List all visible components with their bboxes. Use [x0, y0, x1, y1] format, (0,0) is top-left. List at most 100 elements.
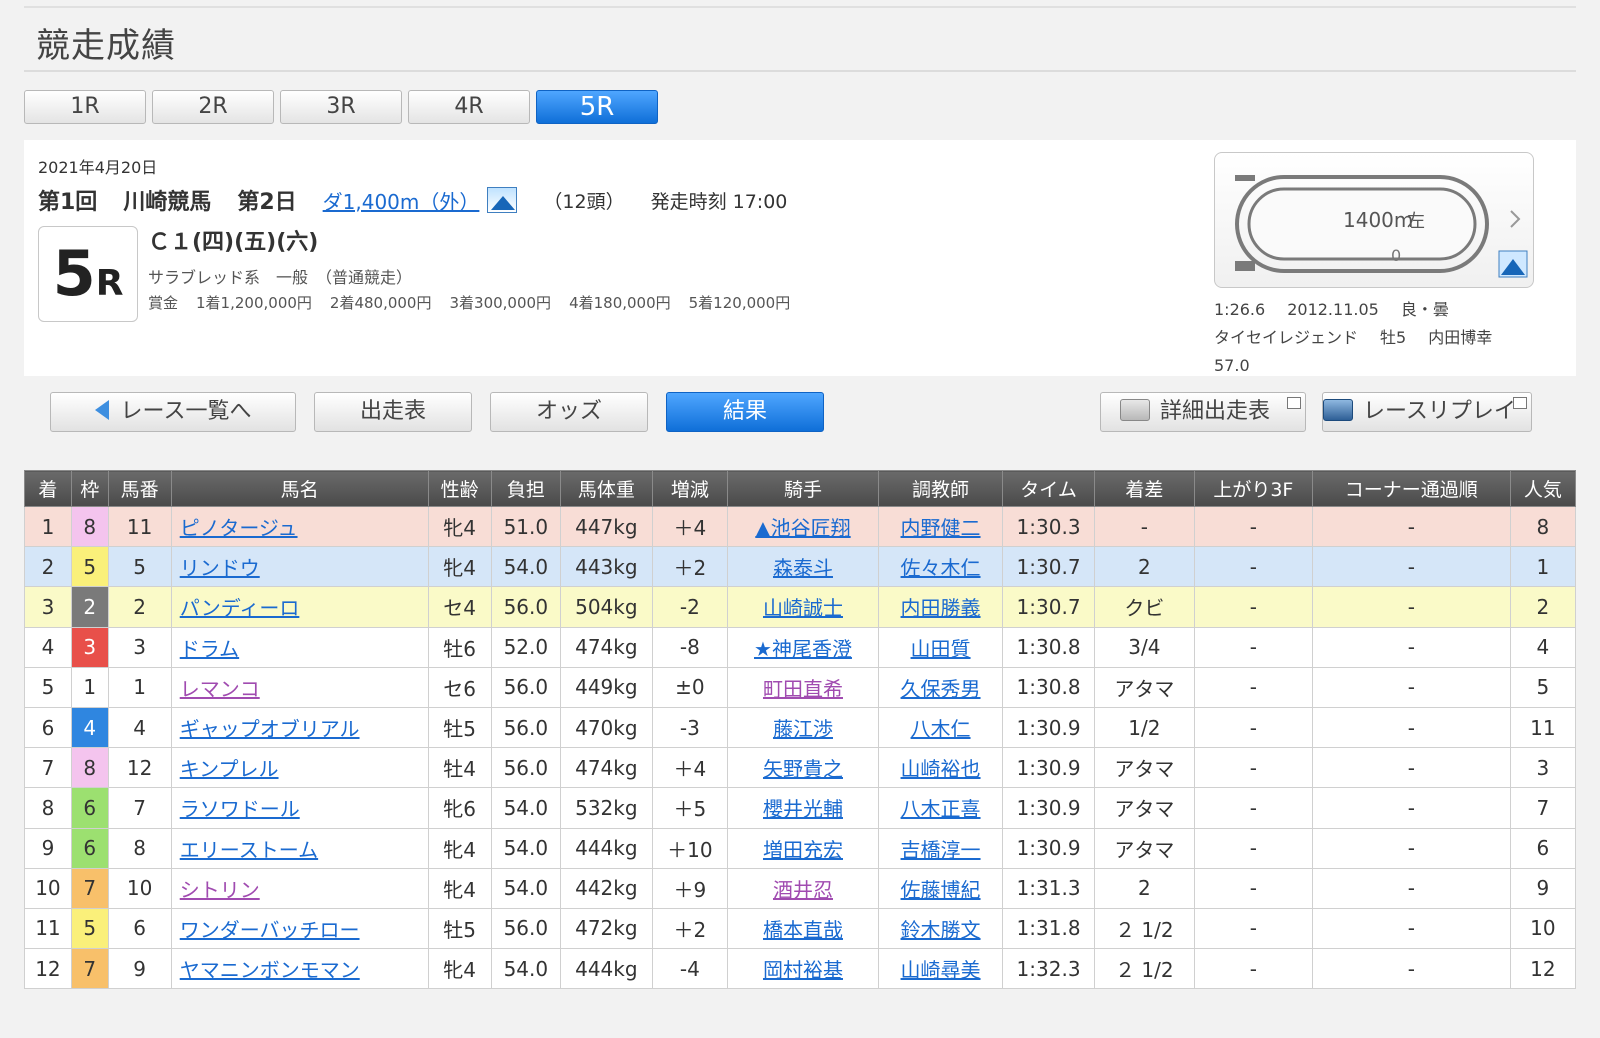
course-link[interactable]: ダ1,400m（外）: [323, 186, 480, 215]
horse-name-cell[interactable]: ワンダーバッチロー: [170, 907, 429, 950]
results-button[interactable]: 結果: [666, 392, 824, 432]
horse-name-cell[interactable]: エリーストーム: [170, 827, 429, 869]
jockey-cell-link[interactable]: 山崎誠士: [763, 596, 843, 620]
odds-button[interactable]: オッズ: [490, 392, 648, 432]
jockey-cell[interactable]: 矢野貴之: [727, 747, 879, 789]
jockey-cell[interactable]: 酒井忍: [727, 867, 879, 909]
trainer-cell[interactable]: 山田質: [877, 626, 1004, 668]
trainer-cell-link[interactable]: 鈴木勝文: [901, 918, 981, 942]
body-weight-cell: 443kg: [559, 546, 653, 588]
horse-name-cell[interactable]: ギャップオブリアル: [170, 706, 429, 749]
trainer-cell[interactable]: 山崎尋美: [877, 948, 1004, 990]
horse-name-cell[interactable]: キンプレル: [170, 747, 429, 789]
jockey-cell[interactable]: 櫻井光輔: [727, 787, 879, 829]
jockey-cell-link[interactable]: 矢野貴之: [763, 757, 843, 781]
trainer-cell-link[interactable]: 久保秀男: [901, 677, 981, 701]
trainer-cell[interactable]: 吉橋淳一: [877, 827, 1004, 869]
horse-name-cell[interactable]: ラソワドール: [170, 787, 429, 829]
jockey-cell-link[interactable]: ▲池谷匠翔: [755, 516, 850, 540]
trainer-cell[interactable]: 山崎裕也: [877, 747, 1004, 789]
trainer-cell[interactable]: 佐藤博紀: [877, 867, 1004, 909]
last-3f-cell: -: [1193, 546, 1313, 588]
mountain-icon[interactable]: [487, 187, 518, 213]
trainer-cell-link[interactable]: 内田勝義: [901, 596, 981, 620]
horse-name-cell-link[interactable]: リンドウ: [180, 556, 260, 580]
horse-number-cell: 8: [107, 827, 172, 869]
trainer-cell-link[interactable]: 佐藤博紀: [901, 878, 981, 902]
jockey-cell[interactable]: 山崎誠士: [727, 586, 879, 628]
table-row: 6 4 4 ギャップオブリアル 牡5 56.0 470kg -3 藤江渉 八木仁 1:30.9 1/2…: [24, 706, 1577, 749]
trainer-cell-link[interactable]: 山崎尋美: [901, 958, 981, 982]
jockey-cell[interactable]: 岡村裕基: [727, 948, 879, 990]
trainer-cell-link[interactable]: 吉橋淳一: [901, 838, 981, 862]
jockey-cell[interactable]: 森泰斗: [727, 546, 879, 588]
trainer-cell-link[interactable]: 山田質: [911, 637, 971, 661]
trainer-cell[interactable]: 内野健二: [877, 505, 1004, 548]
race-tab-3r[interactable]: 3R: [280, 90, 402, 124]
jockey-cell-link[interactable]: 岡村裕基: [763, 958, 843, 982]
jockey-cell-link[interactable]: 町田直希: [763, 677, 843, 701]
entries-button[interactable]: 出走表: [314, 392, 472, 432]
horse-name-cell-link[interactable]: ワンダーバッチロー: [180, 918, 360, 942]
horse-name-cell-link[interactable]: エリーストーム: [180, 838, 318, 862]
horse-name-cell-link[interactable]: ヤマニンボンモマン: [180, 958, 360, 982]
burden-weight-cell: 54.0: [490, 546, 561, 588]
trainer-cell[interactable]: 久保秀男: [877, 666, 1004, 708]
race-list-button[interactable]: レース一覧へ: [50, 392, 296, 432]
body-weight-cell: 504kg: [559, 586, 653, 628]
trainer-cell-link[interactable]: 八木正喜: [901, 797, 981, 821]
course-direction: 左: [1407, 211, 1425, 232]
trainer-cell[interactable]: 佐々木仁: [877, 546, 1004, 588]
horse-name-cell[interactable]: シトリン: [170, 867, 429, 909]
jockey-cell-link[interactable]: ★神尾香澄: [754, 637, 852, 661]
course-map[interactable]: 1400m 左 0: [1214, 152, 1534, 288]
race-tab-1r[interactable]: 1R: [24, 90, 146, 124]
jockey-cell[interactable]: 藤江渉: [727, 706, 879, 749]
horse-name-cell[interactable]: ヤマニンボンモマン: [170, 948, 429, 990]
trainer-cell[interactable]: 八木仁: [877, 706, 1004, 749]
horse-name-cell[interactable]: レマンコ: [170, 666, 429, 708]
horse-name-cell-link[interactable]: ギャップオブリアル: [180, 717, 360, 741]
horse-name-cell-link[interactable]: シトリン: [180, 878, 260, 902]
rank-cell: 7: [24, 747, 72, 789]
horse-name-cell-link[interactable]: ピノタージュ: [180, 516, 298, 540]
race-tab-5r[interactable]: 5R: [536, 90, 658, 124]
jockey-cell-link[interactable]: 森泰斗: [773, 556, 833, 580]
jockey-cell[interactable]: 橋本直哉: [727, 907, 879, 950]
horse-name-cell[interactable]: ドラム: [170, 626, 429, 668]
trainer-cell[interactable]: 八木正喜: [877, 787, 1004, 829]
horse-name-cell-link[interactable]: キンプレル: [180, 757, 279, 781]
trainer-cell[interactable]: 内田勝義: [877, 586, 1004, 628]
jockey-cell[interactable]: ★神尾香澄: [727, 626, 879, 668]
jockey-cell[interactable]: 町田直希: [727, 666, 879, 708]
trainer-cell-link[interactable]: 内野健二: [901, 516, 981, 540]
chevron-right-icon[interactable]: [1510, 210, 1521, 228]
horse-name-cell[interactable]: リンドウ: [170, 546, 429, 588]
table-row: 2 5 5 リンドウ 牝4 54.0 443kg ＋2 森泰斗 佐々木仁 1:30.7 2- -1: [24, 546, 1577, 588]
trainer-cell[interactable]: 鈴木勝文: [877, 907, 1004, 950]
jockey-cell-link[interactable]: 櫻井光輔: [763, 797, 843, 821]
horse-name-cell-link[interactable]: ドラム: [180, 637, 239, 661]
jockey-cell-link[interactable]: 酒井忍: [773, 878, 833, 902]
race-tab-2r[interactable]: 2R: [152, 90, 274, 124]
sex-age-cell: 牡5: [427, 907, 492, 950]
jockey-cell-link[interactable]: 増田充宏: [763, 838, 843, 862]
horse-name-cell-link[interactable]: レマンコ: [180, 677, 260, 701]
trainer-cell-link[interactable]: 佐々木仁: [901, 556, 981, 580]
jockey-cell[interactable]: ▲池谷匠翔: [727, 505, 879, 548]
race-tab-4r[interactable]: 4R: [408, 90, 530, 124]
jockey-cell-link[interactable]: 橋本直哉: [763, 918, 843, 942]
trainer-cell-link[interactable]: 山崎裕也: [901, 757, 981, 781]
horse-name-cell[interactable]: パンディーロ: [170, 586, 429, 628]
trainer-cell-link[interactable]: 八木仁: [911, 717, 971, 741]
horse-name-cell[interactable]: ピノタージュ: [170, 505, 429, 548]
race-replay-button[interactable]: レースリプレイ: [1322, 392, 1532, 432]
detail-entries-button[interactable]: 詳細出走表: [1100, 392, 1306, 432]
jockey-cell[interactable]: 増田充宏: [727, 827, 879, 869]
race-info-panel: 2021年4月20日 第1回 川崎競馬 第2日 ダ1,400m（外） （12頭）…: [24, 140, 1576, 376]
prize-3: 3着300,000円: [449, 294, 552, 312]
horse-name-cell-link[interactable]: ラソワドール: [180, 797, 300, 821]
jockey-cell-link[interactable]: 藤江渉: [773, 717, 833, 741]
column-header: 負担: [490, 470, 561, 507]
horse-name-cell-link[interactable]: パンディーロ: [180, 596, 300, 620]
